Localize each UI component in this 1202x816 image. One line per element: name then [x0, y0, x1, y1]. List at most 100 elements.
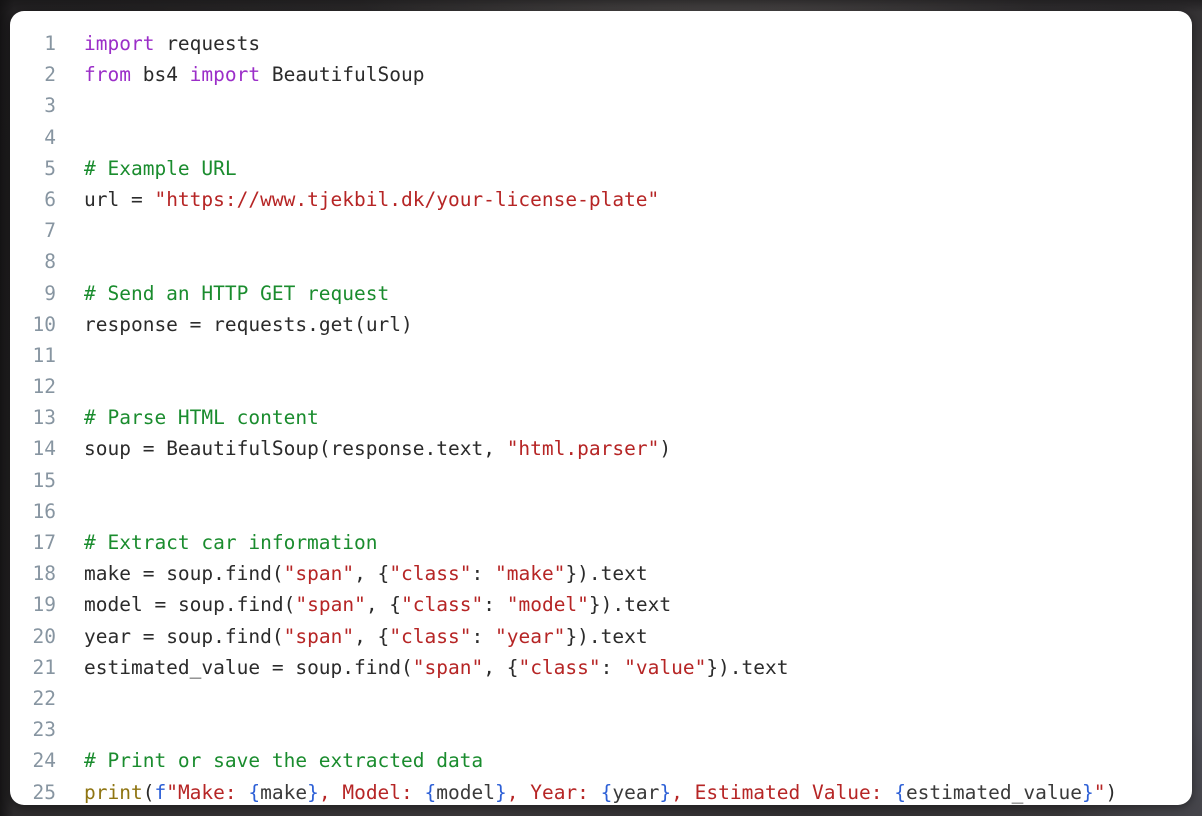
code-token: :	[600, 655, 625, 679]
code-line[interactable]: 2 from bs4 import BeautifulSoup	[10, 59, 1192, 90]
code-token: "value"	[624, 655, 707, 679]
code-line-content[interactable]: year = soup.find("span", {"class": "year…	[56, 621, 1192, 652]
code-line[interactable]: 14 soup = BeautifulSoup(response.text, "h…	[10, 433, 1192, 464]
line-number: 22	[32, 686, 56, 710]
code-line-content[interactable]: # Parse HTML content	[56, 402, 1192, 433]
code-token: :	[483, 593, 507, 617]
code-token: text	[436, 437, 484, 461]
code-token: (	[401, 655, 413, 679]
code-line-content[interactable]: soup = BeautifulSoup(response.text, "htm…	[56, 433, 1192, 464]
code-token: "model"	[506, 593, 589, 617]
line-number: 11	[32, 343, 56, 367]
code-token: soup	[84, 437, 143, 461]
code-token: soup	[177, 593, 225, 617]
code-token: , Model:	[318, 780, 425, 804]
code-token: =	[189, 312, 214, 336]
line-number: 4	[44, 125, 56, 149]
code-line[interactable]: 7	[10, 215, 1192, 246]
code-line[interactable]: 8	[10, 246, 1192, 277]
code-line-content[interactable]: # Print or save the extracted data	[56, 745, 1192, 776]
line-number: 3	[44, 94, 56, 118]
code-token: # Send an HTTP GET request	[84, 281, 390, 305]
code-line-content[interactable]: # Example URL	[56, 153, 1192, 184]
code-token: ,	[483, 437, 507, 461]
code-token: estimated_value	[84, 655, 272, 679]
code-line[interactable]: 20 year = soup.find("span", {"class": "ye…	[10, 621, 1192, 652]
code-token: =	[154, 593, 178, 617]
code-token: BeautifulSoup	[260, 63, 425, 87]
code-line-content[interactable]: url = "https://www.tjekbil.dk/your-licen…	[56, 184, 1192, 215]
code-line-content[interactable]: make = soup.find("span", {"class": "make…	[56, 558, 1192, 589]
code-token: =	[271, 655, 296, 679]
line-number: 8	[44, 250, 56, 274]
code-token: # Extract car information	[84, 531, 378, 554]
code-line[interactable]: 24 # Print or save the extracted data	[10, 745, 1192, 776]
code-line[interactable]: 19 model = soup.find("span", {"class": "m…	[10, 589, 1192, 620]
code-token: {	[424, 780, 437, 804]
code-line-content[interactable]: import requests	[56, 28, 1192, 59]
code-line[interactable]: 13 # Parse HTML content	[10, 402, 1192, 433]
code-line[interactable]: 25 print(f"Make: {make}, Model: {model}, …	[10, 777, 1192, 806]
code-line[interactable]: 6 url = "https://www.tjekbil.dk/your-lice…	[10, 184, 1192, 215]
code-line[interactable]: 4	[10, 122, 1192, 153]
code-line[interactable]: 23	[10, 714, 1192, 745]
code-token: soup	[295, 655, 343, 679]
line-number: 1	[44, 32, 56, 55]
code-line-content[interactable]: # Send an HTTP GET request	[56, 278, 1192, 309]
code-line[interactable]: 10 response = requests.get(url)	[10, 309, 1192, 340]
code-token: bs4	[130, 63, 190, 87]
line-number: 9	[44, 281, 56, 305]
line-number: 14	[32, 437, 56, 461]
code-line[interactable]: 11	[10, 340, 1192, 371]
code-block[interactable]: 1 import requests 2 from bs4 import Beautif…	[10, 28, 1192, 805]
code-line[interactable]: 22	[10, 683, 1192, 714]
code-token: response	[330, 437, 425, 461]
code-token: from	[84, 63, 131, 87]
code-line-content[interactable]: estimated_value = soup.find("span", {"cl…	[56, 652, 1192, 683]
code-token: "html.parser"	[506, 437, 660, 461]
code-token: "class"	[389, 624, 472, 648]
code-line-content[interactable]: print(f"Make: {make}, Model: {model}, Ye…	[56, 777, 1192, 806]
code-token: # Print or save the extracted data	[84, 749, 484, 773]
code-line[interactable]: 21 estimated_value = soup.find("span", {"…	[10, 652, 1192, 683]
code-token: url	[84, 187, 131, 211]
code-snippet-card: 1 import requests 2 from bs4 import Beautif…	[10, 11, 1192, 805]
code-token: requests	[154, 32, 261, 55]
code-token: "	[1093, 780, 1106, 804]
code-line-content[interactable]: # Extract car information	[56, 527, 1192, 558]
code-token: .	[224, 593, 237, 617]
code-token: .	[424, 437, 437, 461]
code-token: {	[248, 780, 261, 804]
line-number: 5	[44, 156, 56, 180]
code-line[interactable]: 3	[10, 90, 1192, 121]
code-token: }	[1082, 780, 1094, 804]
code-line[interactable]: 15	[10, 465, 1192, 496]
code-token: }).	[565, 562, 601, 586]
code-token: .	[213, 562, 225, 586]
code-line[interactable]: 5 # Example URL	[10, 153, 1192, 184]
code-line[interactable]: 1 import requests	[10, 28, 1192, 59]
code-token: =	[142, 437, 167, 461]
code-line[interactable]: 17 # Extract car information	[10, 527, 1192, 558]
code-token: print	[84, 780, 143, 804]
code-token: find	[354, 655, 402, 679]
line-number: 21	[32, 655, 56, 679]
code-line[interactable]: 9 # Send an HTTP GET request	[10, 278, 1192, 309]
code-token: .	[342, 655, 355, 679]
code-token: }).	[588, 593, 625, 617]
code-line-content[interactable]: model = soup.find("span", {"class": "mod…	[56, 589, 1192, 620]
code-token: soup	[166, 562, 214, 586]
code-token: model	[84, 593, 155, 617]
line-number: 25	[32, 780, 56, 804]
code-line[interactable]: 12	[10, 371, 1192, 402]
code-line-content[interactable]: response = requests.get(url)	[56, 309, 1192, 340]
code-line-content[interactable]: from bs4 import BeautifulSoup	[56, 59, 1192, 90]
code-token: import	[189, 63, 261, 87]
code-token: {	[600, 780, 613, 804]
code-token: , Year:	[506, 780, 601, 804]
code-line[interactable]: 16	[10, 496, 1192, 527]
code-token: }	[659, 780, 672, 804]
line-number: 2	[44, 63, 56, 87]
code-line[interactable]: 18 make = soup.find("span", {"class": "ma…	[10, 558, 1192, 589]
code-token: "make"	[494, 562, 566, 586]
